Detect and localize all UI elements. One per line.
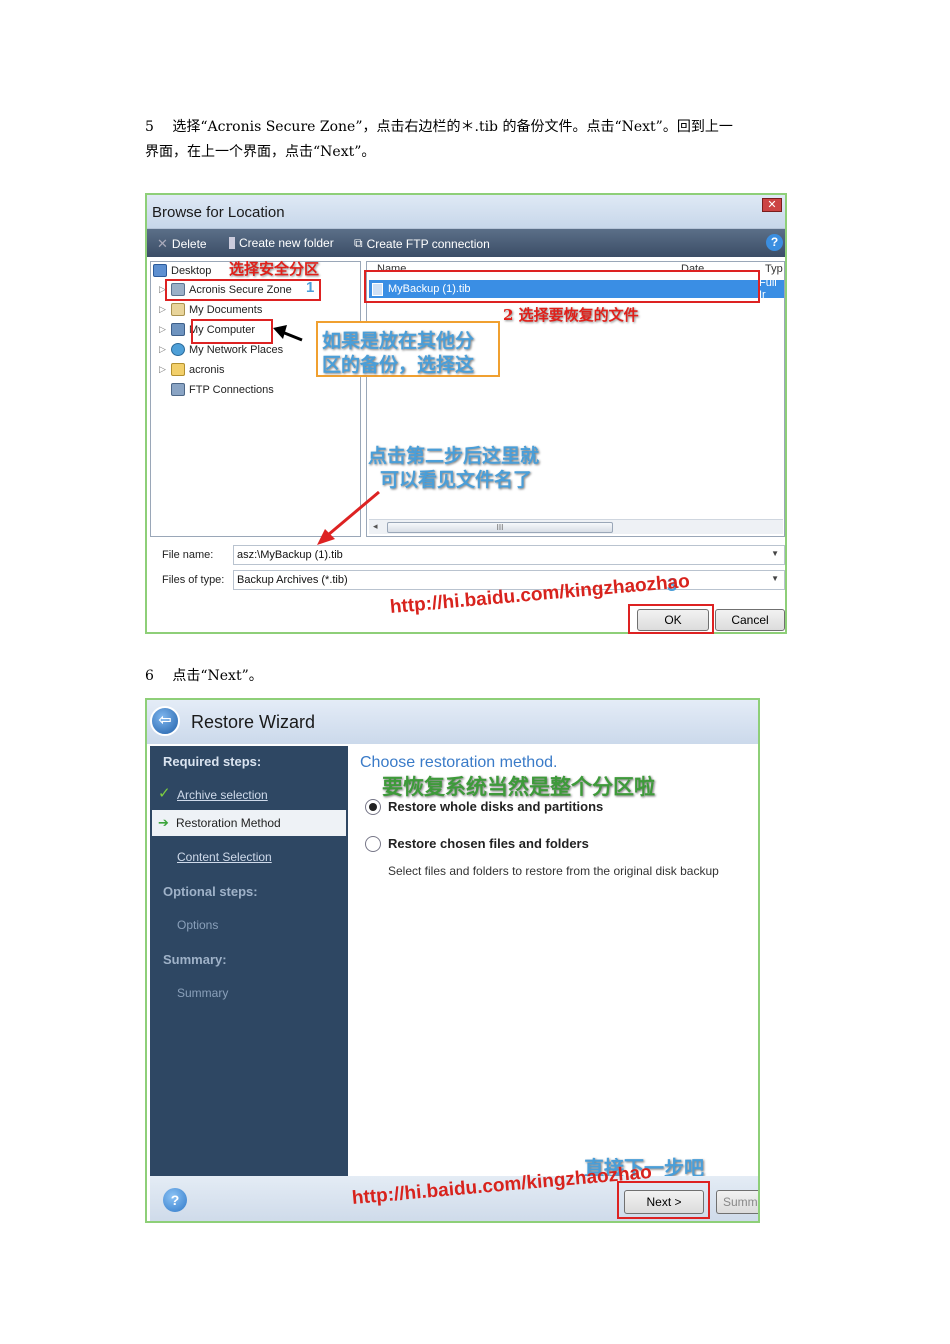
method-heading: Choose restoration method. [360,754,558,771]
sidebar-item-archive-selection[interactable]: Archive selection [177,788,268,802]
summary-heading: Summary: [163,952,227,967]
sidebar-item-summary[interactable]: Summary [177,986,228,1000]
highlight-box-ok [628,604,714,634]
sidebar-item-restoration-method[interactable]: ➔ Restoration Method [152,810,346,836]
arrowhead-icon [273,325,287,339]
highlight-box-next [617,1181,710,1219]
arrow-right-icon: ➔ [158,815,169,830]
radio-restore-chosen-files[interactable] [365,836,381,852]
annotation-whole-partition: 要恢复系统当然是整个分区啦 [382,774,655,799]
required-steps-heading: Required steps: [163,754,262,769]
back-arrow-icon[interactable]: ⇦ [150,706,180,736]
annotation-arrows [273,325,380,545]
option-restore-whole-disks-label[interactable]: Restore whole disks and partitions [388,799,603,814]
wizard-title-bar: ⇦ Restore Wizard [147,700,758,744]
restore-wizard-dialog: ⇦ Restore Wizard Required steps: ✓ Archi… [145,698,760,1223]
step5-text-line1: 5 选择“Acronis Secure Zone”，点击右边栏的＊.tib 的备… [145,119,733,135]
step6-text: 6 点击“Next”。 [145,668,263,684]
radio-restore-whole-disks[interactable] [365,799,381,815]
help-icon[interactable]: ? [163,1188,187,1212]
wizard-title: Restore Wizard [191,712,316,732]
sidebar-item-options[interactable]: Options [177,918,218,932]
wizard-sidebar: Required steps: ✓ Archive selection ➔ Re… [150,746,348,1176]
browse-location-dialog: Browse for Location ✕ ✕ Delete Create ne… [145,193,787,634]
summary-button[interactable]: Summ [716,1190,758,1214]
option-restore-chosen-files-desc: Select files and folders to restore from… [388,864,719,878]
radio-dot [369,803,377,811]
option-restore-chosen-files-label[interactable]: Restore chosen files and folders [388,836,589,851]
watermark-url: http://hi.baidu.com/kingzhaozhao [351,1161,653,1210]
arrow-to-file-name [321,490,380,542]
wizard-button-bar: ? http://hi.baidu.com/kingzhaozhao Next … [150,1162,758,1221]
sidebar-item-label: Restoration Method [176,816,281,830]
checkmark-icon: ✓ [158,785,171,802]
optional-steps-heading: Optional steps: [163,884,258,899]
sidebar-item-content-selection[interactable]: Content Selection [177,850,272,864]
step5-text-line2: 界面，在上一个界面，点击“Next”。 [145,144,376,160]
